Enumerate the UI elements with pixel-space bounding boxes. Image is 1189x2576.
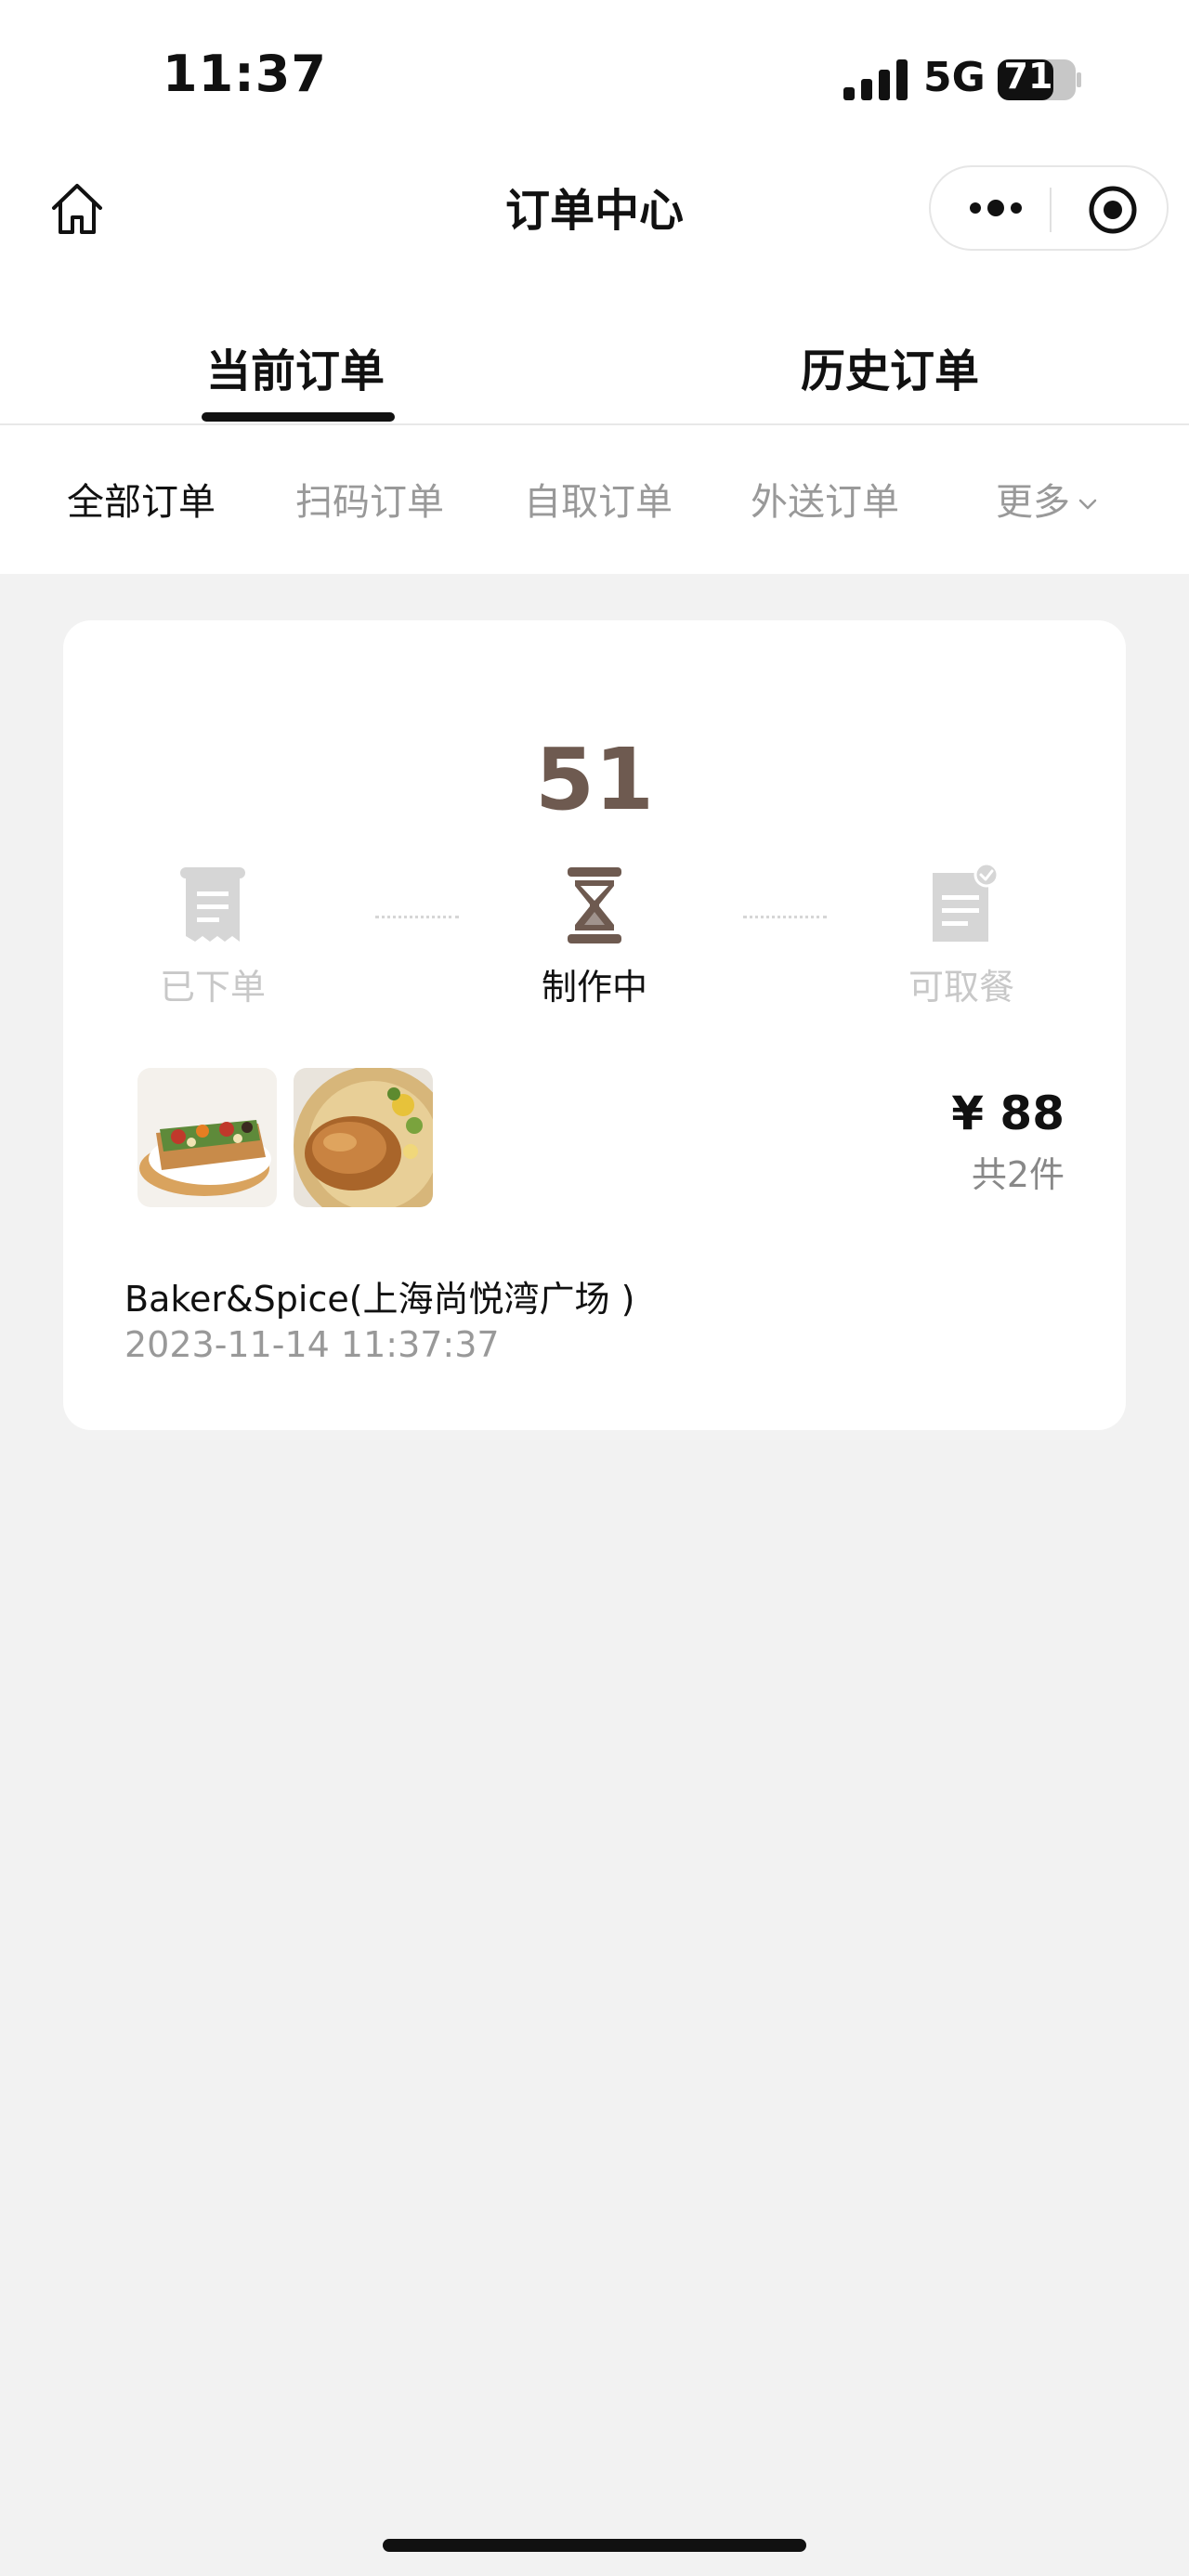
order-card[interactable]: 51 已下单 制作中 可取餐 ¥ 88 共2件 Baker&Spice(上海尚悦… xyxy=(63,620,1126,1430)
filter-pickup-orders[interactable]: 自取订单 xyxy=(524,472,673,526)
page-title: 订单中心 xyxy=(504,185,684,237)
filter-all-orders[interactable]: 全部订单 xyxy=(67,472,216,526)
order-filter-bar: 全部订单 扫码订单 自取订单 外送订单 更多 xyxy=(0,425,1189,574)
step-ready: 可取餐 xyxy=(882,864,1040,1009)
battery-level: 71 xyxy=(1003,56,1053,97)
step-preparing: 制作中 xyxy=(516,864,673,1009)
order-price: ¥ 88 xyxy=(951,1086,1065,1140)
capsule-divider xyxy=(1050,188,1052,232)
product-image xyxy=(137,1068,277,1207)
hourglass-icon xyxy=(568,867,621,943)
step-ordered: 已下单 xyxy=(134,864,292,1009)
tab-history-orders[interactable]: 历史订单 xyxy=(801,334,979,399)
close-target-icon[interactable] xyxy=(1087,184,1139,236)
step-connector xyxy=(375,916,459,918)
filter-scan-orders[interactable]: 扫码订单 xyxy=(295,472,444,526)
home-indicator xyxy=(383,2539,806,2552)
tab-active-indicator xyxy=(202,412,395,422)
step-ready-label: 可取餐 xyxy=(908,967,1014,1008)
filter-delivery-orders[interactable]: 外送订单 xyxy=(751,472,899,526)
filter-more[interactable]: 更多 xyxy=(996,472,1098,526)
home-icon[interactable] xyxy=(46,178,108,240)
document-check-icon xyxy=(933,864,1000,942)
tab-current-orders[interactable]: 当前订单 xyxy=(206,334,385,399)
status-bar: 11:37 5G 71 xyxy=(0,0,1189,158)
order-item-count: 共2件 xyxy=(971,1154,1065,1195)
product-image xyxy=(294,1068,433,1207)
signal-icon xyxy=(843,59,908,100)
mini-program-capsule xyxy=(929,165,1169,251)
order-tabs: 当前订单 历史订单 xyxy=(0,297,1189,425)
nav-bar: 订单中心 xyxy=(0,158,1189,297)
pickup-number: 51 xyxy=(534,730,655,829)
network-label: 5G xyxy=(923,54,986,101)
step-preparing-label: 制作中 xyxy=(541,967,647,1008)
receipt-icon xyxy=(180,867,245,942)
order-timestamp: 2023-11-14 11:37:37 xyxy=(124,1324,500,1365)
status-time: 11:37 xyxy=(163,45,327,103)
filter-more-label: 更多 xyxy=(996,481,1070,524)
store-name: Baker&Spice(上海尚悦湾广场 ) xyxy=(124,1279,635,1320)
step-connector xyxy=(743,916,827,918)
step-ordered-label: 已下单 xyxy=(159,967,266,1008)
more-icon[interactable] xyxy=(966,189,1026,227)
chevron-down-icon xyxy=(1078,499,1097,510)
